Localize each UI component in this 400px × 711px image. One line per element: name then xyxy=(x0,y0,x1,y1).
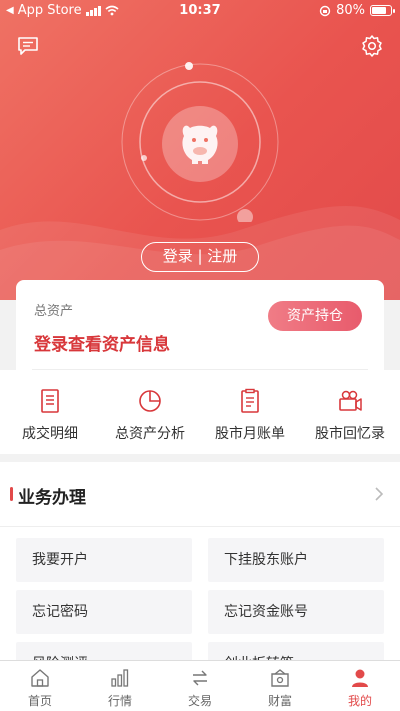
login-to-view-assets-link[interactable]: 登录查看资产信息 xyxy=(34,330,170,355)
shortcut-asset-analysis[interactable]: 总资产分析 xyxy=(100,370,200,454)
total-assets-label: 总资产 xyxy=(34,304,74,319)
video-camera-icon xyxy=(339,390,362,411)
bull-avatar-icon xyxy=(182,125,218,164)
tab-market[interactable]: 行情 xyxy=(80,661,160,711)
biz-risk-assessment[interactable]: 风险测评 xyxy=(16,642,192,660)
biz-gem-board-signing[interactable]: 创业板转签 xyxy=(208,642,384,660)
shortcut-monthly-bill[interactable]: 股市月账单 xyxy=(200,370,300,454)
tab-mine[interactable]: 我的 xyxy=(320,661,400,711)
tab-label: 财富 xyxy=(267,694,292,708)
shortcut-label: 股市回忆录 xyxy=(315,426,385,442)
bar-chart-icon xyxy=(111,669,129,687)
tab-label: 我的 xyxy=(347,694,372,708)
pie-chart-icon xyxy=(139,390,161,412)
gear-icon[interactable] xyxy=(360,34,384,58)
avatar[interactable] xyxy=(162,106,238,182)
status-bar: ◀ App Store 10:37 80% xyxy=(0,0,400,22)
message-icon[interactable] xyxy=(16,34,40,58)
wallet-icon xyxy=(271,669,289,687)
tab-label: 行情 xyxy=(107,694,132,708)
business-section-header[interactable]: 业务办理 xyxy=(0,462,400,526)
asset-holdings-button[interactable]: 资产持仓 xyxy=(268,301,362,331)
tab-wealth[interactable]: 财富 xyxy=(240,661,320,711)
section-title: 业务办理 xyxy=(18,488,86,508)
tab-home[interactable]: 首页 xyxy=(0,661,80,711)
biz-attach-shareholder-account[interactable]: 下挂股东账户 xyxy=(208,538,384,582)
document-icon xyxy=(41,389,59,413)
biz-open-account[interactable]: 我要开户 xyxy=(16,538,192,582)
tab-trade[interactable]: 交易 xyxy=(160,661,240,711)
chevron-right-icon xyxy=(375,487,384,501)
login-register-button[interactable]: 登录 | 注册 xyxy=(141,242,259,272)
shortcut-row: 成交明细 总资产分析 股市月账单 股市回忆录 xyxy=(0,370,400,454)
bottom-tab-bar: 首页 行情 交易 财富 我的 xyxy=(0,660,400,711)
section-accent-bar xyxy=(10,487,13,501)
shortcut-trade-details[interactable]: 成交明细 xyxy=(0,370,100,454)
tab-label: 首页 xyxy=(27,694,52,708)
orientation-lock-icon xyxy=(319,5,331,16)
business-grid: 我要开户 下挂股东账户 忘记密码 忘记资金账号 风险测评 创业板转签 xyxy=(0,527,400,660)
shortcut-memoir[interactable]: 股市回忆录 xyxy=(300,370,400,454)
bill-icon xyxy=(241,388,259,413)
battery-percent: 80% xyxy=(336,3,365,18)
home-icon xyxy=(31,669,49,687)
asset-card: 总资产 登录查看资产信息 资产持仓 xyxy=(16,280,384,370)
person-icon xyxy=(352,669,368,687)
shortcut-label: 总资产分析 xyxy=(115,426,185,442)
biz-forgot-fund-account[interactable]: 忘记资金账号 xyxy=(208,590,384,634)
tab-label: 交易 xyxy=(187,694,212,708)
battery-icon xyxy=(370,5,395,16)
exchange-icon xyxy=(193,670,207,686)
biz-forgot-password[interactable]: 忘记密码 xyxy=(16,590,192,634)
shortcut-label: 股市月账单 xyxy=(215,426,285,442)
shortcut-label: 成交明细 xyxy=(22,426,78,442)
